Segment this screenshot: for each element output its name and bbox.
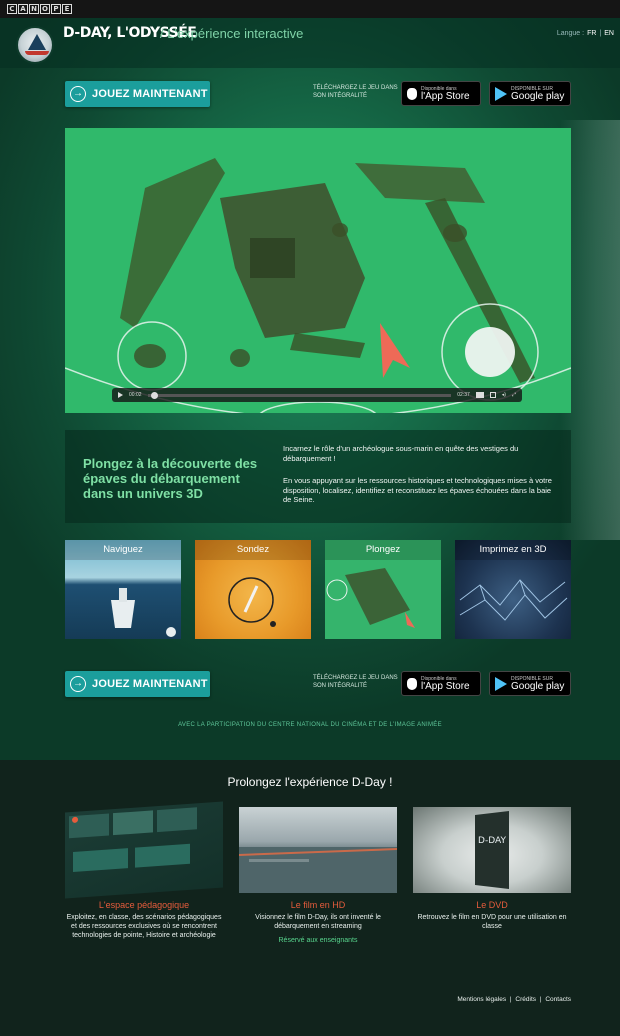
time-total: 02:37 <box>457 392 470 398</box>
canope-letter: P <box>51 4 61 14</box>
app-store-big: l'App Store <box>421 90 470 102</box>
credits-link[interactable]: Crédits <box>515 996 536 1003</box>
legal-link[interactable]: Mentions légales <box>457 996 506 1003</box>
download-text: TÉLÉCHARGEZ LE JEU DANS SON INTÉGRALITÉ <box>313 85 398 99</box>
lang-fr-link[interactable]: FR <box>587 30 596 37</box>
feature-label: Naviguez <box>103 544 143 555</box>
info-paragraph-1: Incarnez le rôle d'un archéologue sous-m… <box>283 444 519 463</box>
svg-text:D-DAY: D-DAY <box>478 836 506 846</box>
fullscreen-icon[interactable]: ⤢ <box>512 392 516 398</box>
google-play-icon <box>495 676 507 691</box>
feature-imprimez-3d[interactable]: Imprimez en 3D <box>455 540 571 639</box>
video-player[interactable] <box>65 128 571 413</box>
canope-bar: C A N O P É <box>0 0 620 18</box>
canope-letter: A <box>18 4 28 14</box>
feature-plongez[interactable]: Plongez <box>325 540 441 639</box>
film-thumbnail[interactable] <box>238 807 398 893</box>
shipwreck-scene <box>65 128 571 413</box>
contacts-link[interactable]: Contacts <box>545 996 571 1003</box>
app-store-big: l'App Store <box>421 680 470 692</box>
time-current: 00:02 <box>129 392 142 398</box>
footer-separator: | <box>509 996 512 1003</box>
lang-separator: | <box>599 30 602 37</box>
video-controls: 00:02 02:37 ◂) ⤢ <box>112 388 522 402</box>
site-tagline: / L'expérience interactive <box>160 26 304 41</box>
dvd-thumbnail[interactable]: D-DAY <box>413 807 571 893</box>
canope-logo[interactable]: C A N O P É <box>7 4 72 14</box>
play-now-button[interactable]: → JOUEZ MAINTENANT <box>65 81 210 107</box>
cta-bar-top: → JOUEZ MAINTENANT TÉLÉCHARGEZ LE JEU DA… <box>0 76 620 110</box>
canope-letter: N <box>29 4 39 14</box>
canope-letter: C <box>7 4 17 14</box>
card-text-dvd: Retrouvez le film en DVD pour une utilis… <box>417 914 567 930</box>
settings-icon[interactable] <box>489 392 496 398</box>
pedagogy-thumbnail[interactable] <box>65 801 223 899</box>
app-store-button[interactable]: Disponible dans l'App Store <box>401 671 481 696</box>
captions-icon[interactable] <box>475 392 484 398</box>
beach-preview <box>238 847 398 893</box>
play-icon[interactable] <box>118 392 123 398</box>
hull-shape <box>25 51 49 55</box>
google-play-big: Google play <box>511 680 565 692</box>
extend-title: Prolongez l'expérience D-Day ! <box>227 775 393 789</box>
language-switcher: Langue : FR | EN <box>557 30 614 37</box>
google-play-button[interactable]: DISPONIBLE SUR Google play <box>489 671 571 696</box>
card-text-pedagogy: Exploitez, en classe, des scénarios péda… <box>66 914 222 939</box>
canope-letter: O <box>40 4 50 14</box>
google-play-button[interactable]: DISPONIBLE SUR Google play <box>489 81 571 106</box>
arrow-right-icon: → <box>70 676 86 692</box>
site-header: D-DAY, L'ODYSSÉE / L'expérience interact… <box>0 18 620 68</box>
partner-text: AVEC LA PARTICIPATION DU CENTRE NATIONAL… <box>178 722 442 728</box>
info-paragraph-2: En vous appuyant sur les ressources hist… <box>283 476 552 504</box>
cta-bar-bottom: → JOUEZ MAINTENANT TÉLÉCHARGEZ LE JEU DA… <box>0 666 620 700</box>
footer-separator: | <box>539 996 542 1003</box>
play-now-button[interactable]: → JOUEZ MAINTENANT <box>65 671 210 697</box>
arrow-right-icon: → <box>70 86 86 102</box>
pedagogy-preview <box>69 807 197 872</box>
canope-letter: É <box>62 4 72 14</box>
apple-icon <box>407 677 417 690</box>
feature-label: Plongez <box>365 544 401 555</box>
lang-en-link[interactable]: EN <box>604 30 614 37</box>
google-play-icon <box>495 86 507 101</box>
card-text-film: Visionnez le film D-Day, ils ont inventé… <box>255 914 381 930</box>
sail-shape <box>28 34 46 50</box>
app-store-button[interactable]: Disponible dans l'App Store <box>401 81 481 106</box>
apple-icon <box>407 87 417 100</box>
teachers-only-link[interactable]: Réservé aux enseignants <box>239 937 397 944</box>
card-title-film[interactable]: Le film en HD <box>239 900 397 910</box>
progress-track[interactable] <box>147 391 452 399</box>
info-heading: Plongez à la découverte des épaves du dé… <box>83 456 258 501</box>
boat-logo-icon[interactable] <box>16 26 54 64</box>
card-title-pedagogy[interactable]: L'espace pédagogique <box>65 900 223 910</box>
extend-section <box>0 760 620 1036</box>
feature-sondez[interactable]: Sondez <box>195 540 311 639</box>
card-title-dvd[interactable]: Le DVD <box>413 900 571 910</box>
feature-label: Imprimez en 3D <box>479 544 547 555</box>
feature-naviguez[interactable]: Naviguez <box>65 540 181 639</box>
download-text: TÉLÉCHARGEZ LE JEU DANS SON INTÉGRALITÉ <box>313 675 398 689</box>
progress-knob[interactable] <box>150 391 158 399</box>
footer-links: Mentions légales | Crédits | Contacts <box>456 996 572 1003</box>
play-now-label: JOUEZ MAINTENANT <box>92 88 208 100</box>
google-play-big: Google play <box>511 90 565 102</box>
play-now-label: JOUEZ MAINTENANT <box>92 678 208 690</box>
feature-label: Sondez <box>236 544 270 555</box>
language-label: Langue : <box>556 30 585 37</box>
info-panel: Plongez à la découverte des épaves du dé… <box>65 430 571 523</box>
dvd-preview: D-DAY <box>475 811 509 889</box>
volume-icon[interactable]: ◂) <box>502 392 506 398</box>
